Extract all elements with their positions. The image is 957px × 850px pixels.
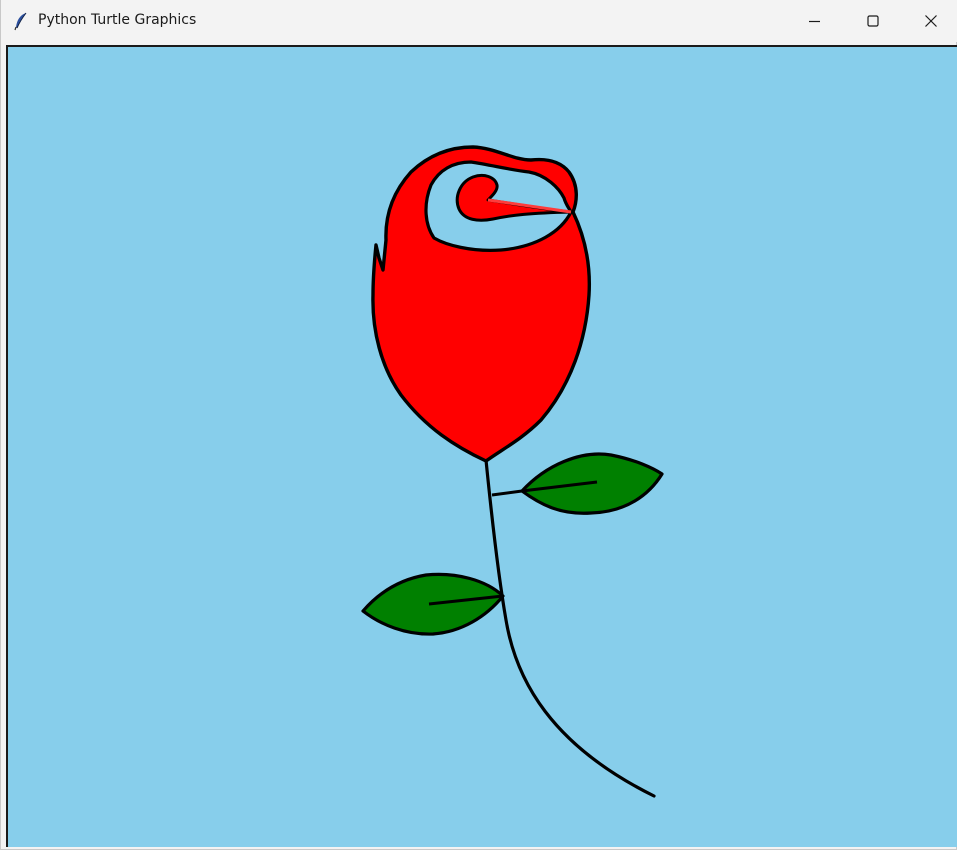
close-icon — [925, 15, 937, 27]
rose-drawing — [361, 145, 664, 798]
maximize-icon — [867, 15, 879, 27]
minimize-button[interactable] — [786, 0, 844, 42]
close-button[interactable] — [902, 0, 957, 42]
feather-icon — [11, 11, 31, 31]
turtle-window: Python Turtle Graphics — [0, 0, 957, 850]
upper-leaf-branch — [491, 489, 523, 497]
turtle-canvas[interactable] — [6, 45, 957, 847]
title-bar[interactable]: Python Turtle Graphics — [1, 0, 957, 42]
minimize-icon — [809, 20, 820, 23]
window-title: Python Turtle Graphics — [38, 12, 197, 28]
maximize-button[interactable] — [844, 0, 902, 42]
